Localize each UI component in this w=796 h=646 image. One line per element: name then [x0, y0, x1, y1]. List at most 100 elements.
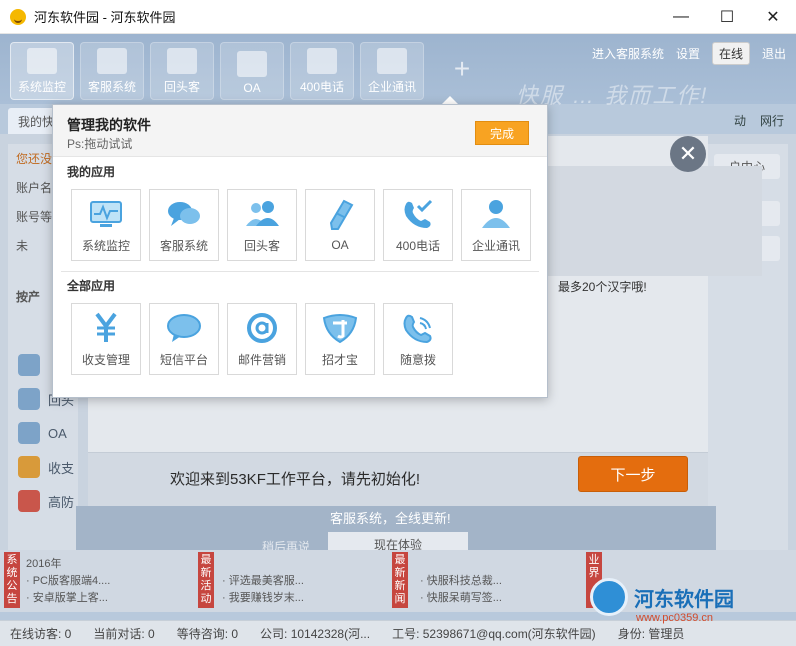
nav-label: 企业通讯 — [367, 80, 416, 94]
at-sign-icon — [242, 311, 282, 345]
side-item-ddos[interactable]: 高防 — [18, 490, 74, 512]
monitor-icon — [27, 48, 57, 74]
news-tag-announcements: 系统公告 — [4, 552, 20, 608]
role-info: 身份: 管理员 — [617, 627, 685, 641]
app-tile-label: 企业通讯 — [471, 238, 520, 253]
news-item[interactable]: 2016年 — [26, 556, 110, 573]
next-step-button[interactable]: 下一步 — [578, 456, 688, 492]
app-tile-label: 客服系统 — [159, 238, 208, 253]
app-logo-icon — [10, 8, 26, 25]
app-tile-label: 系统监控 — [81, 238, 130, 253]
my-apps-label: 我的应用 — [67, 165, 116, 179]
contacts-icon — [377, 48, 407, 74]
app-tile-customer-service[interactable]: 客服系统 — [149, 189, 219, 261]
nav-oa[interactable]: OA — [220, 42, 284, 100]
news-item[interactable]: · 快服呆萌写签... — [420, 590, 502, 607]
message-icon — [164, 311, 204, 345]
app-tile-oa[interactable]: OA — [305, 189, 375, 261]
side-item-label: 收支 — [48, 460, 75, 476]
app-tile-400-phone[interactable]: 400电话 — [383, 189, 453, 261]
my-apps-grid: 系统监控 客服系统 回头客 OA 400电话 企业通讯 — [71, 189, 531, 261]
yen-icon — [18, 456, 40, 478]
nav-400-phone[interactable]: 400电话 — [290, 42, 354, 100]
contacts-icon — [476, 197, 516, 231]
wizard-preview-image — [548, 166, 762, 276]
app-tile-label: 短信平台 — [159, 352, 208, 367]
users-icon — [242, 197, 282, 231]
manage-software-dialog: 管理我的软件 Ps:拖动试试 完成 我的应用 系统监控 客服系统 回头客 OA … — [52, 104, 548, 398]
wizard-close-button[interactable]: ✕ — [670, 136, 706, 172]
app-tile-dial[interactable]: 随意拨 — [383, 303, 453, 375]
phone-check-icon — [307, 48, 337, 74]
talent-icon — [320, 311, 360, 345]
app-tile-talent[interactable]: 招才宝 — [305, 303, 375, 375]
nav-label: OA — [243, 81, 261, 95]
chat-bubbles-icon — [97, 48, 127, 74]
app-tile-label: 400电话 — [395, 238, 441, 253]
waiting-queue: 等待咨询: 0 — [176, 627, 239, 641]
app-tile-returning-customer[interactable]: 回头客 — [227, 189, 297, 261]
app-tile-label: 回头客 — [243, 238, 280, 253]
nav-system-monitor[interactable]: 系统监控 — [10, 42, 74, 100]
maximize-button[interactable]: ☐ — [704, 0, 750, 34]
close-button[interactable]: ✕ — [750, 0, 796, 34]
app-tile-system-monitor[interactable]: 系统监控 — [71, 189, 141, 261]
settings-link[interactable]: 设置 — [676, 45, 700, 62]
app-tile-label: OA — [331, 238, 349, 252]
users-icon — [167, 48, 197, 74]
plus-icon: + — [453, 53, 471, 84]
online-status-select[interactable]: 在线 — [711, 42, 750, 65]
pen-icon — [18, 422, 40, 444]
app-tile-label: 邮件营销 — [237, 352, 286, 367]
yen-icon — [86, 311, 126, 345]
dialog-subtitle: Ps:拖动试试 — [67, 137, 133, 151]
news-item[interactable]: · 我要赚钱岁末... — [222, 590, 304, 607]
side-item-oa[interactable]: OA — [18, 422, 74, 444]
side-item-finance[interactable]: 收支 — [18, 456, 74, 478]
watermark-logo-icon — [590, 578, 628, 616]
minimize-button[interactable]: — — [658, 0, 704, 34]
welcome-message: 欢迎来到53KF工作平台，请先初始化! — [170, 471, 421, 488]
watermark-url: www.pc0359.cn — [636, 612, 714, 624]
news-tag-news: 最新新闻 — [392, 552, 408, 608]
app-tile-label: 收支管理 — [81, 352, 130, 367]
dialog-title: 管理我的软件 — [67, 117, 151, 133]
watermark-text: 河东软件园 — [634, 588, 734, 611]
promo-text: 客服系统，全线更新! — [330, 511, 451, 526]
news-item[interactable]: · 安卓版掌上客... — [26, 590, 110, 607]
section-divider — [61, 271, 539, 272]
nav-customer-service[interactable]: 客服系统 — [80, 42, 144, 100]
watermark: 河东软件园 — [590, 578, 734, 616]
done-button[interactable]: 完成 — [475, 121, 529, 145]
news-item[interactable]: · 快服科技总裁... — [420, 573, 502, 590]
enter-cs-link[interactable]: 进入客服系统 — [592, 45, 664, 62]
chat-icon — [18, 354, 40, 376]
app-tile-finance[interactable]: 收支管理 — [71, 303, 141, 375]
nav-label: 客服系统 — [87, 80, 136, 94]
shield-icon — [18, 490, 40, 512]
company-info: 公司: 10142328(河... — [260, 627, 371, 641]
side-item-label: OA — [48, 425, 67, 441]
logout-link[interactable]: 退出 — [762, 45, 786, 62]
nav-enterprise-comm[interactable]: 企业通讯 — [360, 42, 424, 100]
news-tag-events: 最新活动 — [198, 552, 214, 608]
dialog-header: 管理我的软件 Ps:拖动试试 完成 — [53, 105, 547, 157]
news-item[interactable]: · 评选最美客服... — [222, 573, 304, 590]
app-tile-enterprise-comm[interactable]: 企业通讯 — [461, 189, 531, 261]
window-title: 河东软件园 - 河东软件园 — [34, 10, 176, 25]
online-visitors: 在线访客: 0 — [10, 627, 72, 641]
app-tile-email-marketing[interactable]: 邮件营销 — [227, 303, 297, 375]
tab-right-2[interactable]: 网行 — [760, 112, 784, 129]
nav-label: 回头客 — [163, 80, 200, 94]
phone-check-icon — [398, 197, 438, 231]
dial-icon — [398, 311, 438, 345]
app-tile-sms[interactable]: 短信平台 — [149, 303, 219, 375]
nav-returning-customer[interactable]: 回头客 — [150, 42, 214, 100]
tab-right-1[interactable]: 动 — [734, 112, 746, 129]
news-item[interactable]: · PC版客服端4.... — [26, 573, 110, 590]
news-column-3: · 快服科技总裁... · 快服呆萌写签... — [420, 573, 502, 607]
app-tile-label: 招才宝 — [321, 352, 358, 367]
nav-label: 400电话 — [299, 80, 345, 94]
nav-add-app[interactable]: + — [430, 42, 494, 100]
news-column-2: · 评选最美客服... · 我要赚钱岁末... — [222, 573, 304, 607]
